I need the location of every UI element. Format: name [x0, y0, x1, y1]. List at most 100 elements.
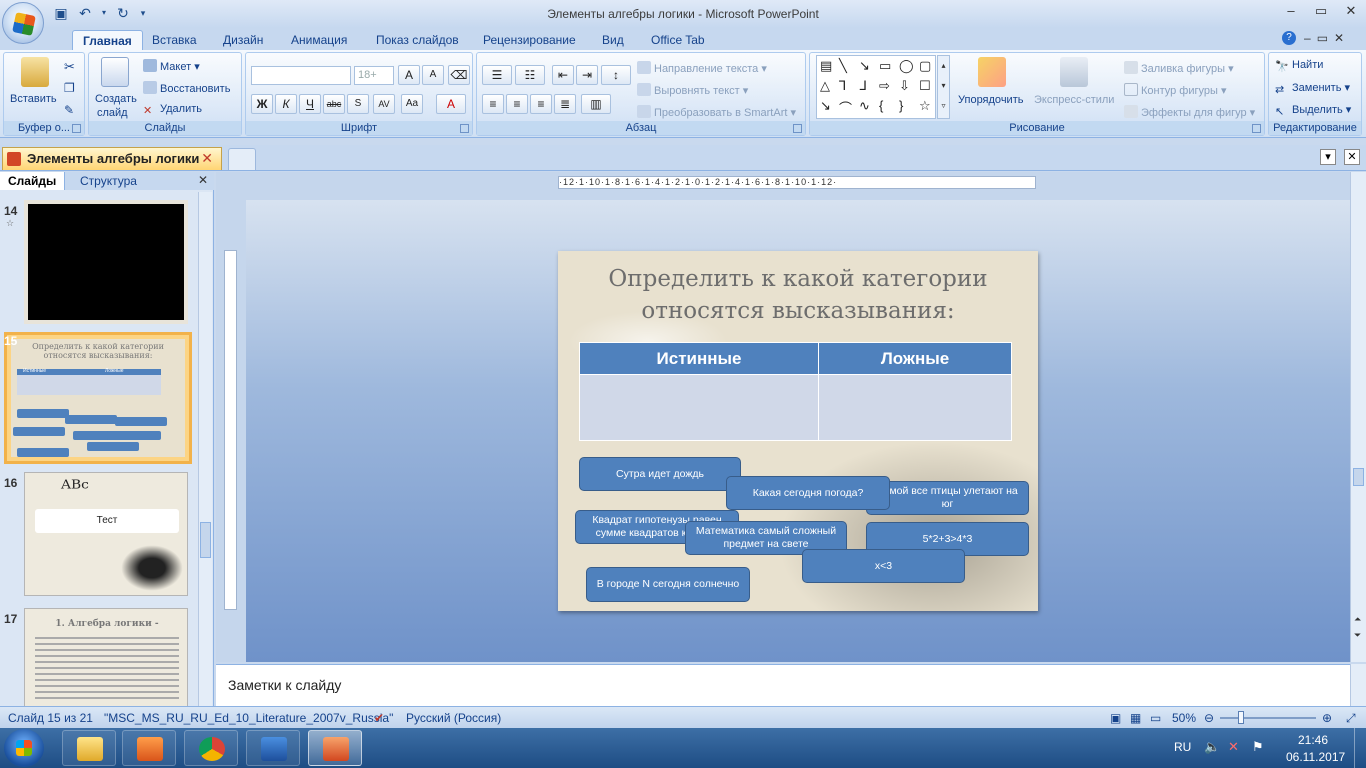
- editing-scrollbar[interactable]: ⏶ ⏷: [1350, 172, 1366, 662]
- line-spacing-icon[interactable]: ↕: [601, 65, 631, 85]
- freeform-shape-icon[interactable]: ☐: [919, 78, 931, 94]
- thumb-slide-14[interactable]: [24, 200, 188, 324]
- tab-slides-pane[interactable]: Слайды: [0, 172, 66, 190]
- textbox-shape-icon[interactable]: ▤: [820, 58, 832, 74]
- thumb-slide-16[interactable]: ᴬᴮᶜ Тест: [24, 472, 188, 596]
- clock-time[interactable]: 21:46: [1298, 733, 1328, 747]
- copy-icon[interactable]: ❐: [64, 81, 75, 95]
- delete-slide-button[interactable]: ✕ Удалить: [143, 103, 202, 117]
- right-brace-shape-icon[interactable]: }: [899, 98, 903, 113]
- restore-down-button[interactable]: ▭: [1317, 31, 1328, 45]
- taskbar-powerpoint[interactable]: [308, 730, 362, 766]
- thumb-slide-17[interactable]: 1. Алгебра логики -: [24, 608, 188, 706]
- tab-insert[interactable]: Вставка: [142, 30, 207, 50]
- shapes-gallery-scroll[interactable]: ▴ ▾ ▿: [937, 55, 950, 119]
- office-button[interactable]: [2, 2, 44, 44]
- tab-office-tab[interactable]: Office Tab: [641, 30, 715, 50]
- close-all-tabs-icon[interactable]: ✕: [1344, 149, 1360, 165]
- taskbar-word[interactable]: [246, 730, 300, 766]
- taskbar-media-player[interactable]: [122, 730, 176, 766]
- statement-card[interactable]: В городе N сегодня солнечно: [586, 567, 750, 602]
- tab-slideshow[interactable]: Показ слайдов: [366, 30, 469, 50]
- shape-outline-button[interactable]: Контур фигуры ▾: [1124, 83, 1227, 97]
- close-button[interactable]: ✕: [1336, 0, 1366, 22]
- help-icon[interactable]: ?: [1282, 31, 1296, 45]
- format-painter-icon[interactable]: ✎: [64, 103, 74, 117]
- shapes-gallery[interactable]: ▤ ╲ ↘ ▭ ◯ ▢ △ ⅂ ᒧ ⇨ ⇩ ☐ ↘ ⌒ ∿ { } ☆: [816, 55, 936, 119]
- shadow-icon[interactable]: S: [347, 94, 369, 114]
- close-doc-button[interactable]: ✕: [1334, 31, 1344, 45]
- action-center-icon[interactable]: ⚑: [1252, 739, 1264, 755]
- wave-shape-icon[interactable]: ∿: [859, 98, 870, 114]
- align-text-button[interactable]: Выровнять текст ▾: [637, 83, 748, 97]
- next-slide-icon[interactable]: ⏷: [1354, 630, 1361, 641]
- taskbar-chrome[interactable]: [184, 730, 238, 766]
- layout-button[interactable]: Макет ▾: [143, 59, 200, 73]
- volume-icon[interactable]: 🔈: [1204, 739, 1220, 755]
- reset-button[interactable]: Восстановить: [143, 81, 230, 95]
- minimize-button[interactable]: –: [1276, 0, 1306, 22]
- tab-outline-pane[interactable]: Структура: [72, 172, 145, 190]
- new-slide-button[interactable]: Создать: [95, 93, 137, 105]
- right-arrow-shape-icon[interactable]: ⇨: [879, 78, 890, 94]
- smartart-button[interactable]: Преобразовать в SmartArt ▾: [637, 105, 796, 119]
- editing-scroll-thumb[interactable]: [1353, 468, 1364, 486]
- clipboard-launcher-icon[interactable]: [72, 124, 81, 133]
- strikethrough-icon[interactable]: abc: [323, 94, 345, 114]
- restore-doc-button[interactable]: –: [1304, 31, 1311, 45]
- numbering-icon[interactable]: ☷: [515, 65, 545, 85]
- paste-button[interactable]: Вставить: [10, 93, 57, 105]
- zoom-out-icon[interactable]: ⊖: [1204, 711, 1214, 725]
- star-shape-icon[interactable]: ☆: [919, 98, 931, 114]
- font-size-combo[interactable]: 18+: [354, 66, 394, 85]
- tab-animation[interactable]: Анимация: [281, 30, 357, 50]
- clock-date[interactable]: 06.11.2017: [1286, 750, 1345, 764]
- statement-card[interactable]: x<3: [802, 549, 965, 583]
- arc-shape-icon[interactable]: ↘: [820, 98, 831, 114]
- curve-shape-icon[interactable]: ⌒: [839, 98, 852, 117]
- slides-pane-scroll-thumb[interactable]: [200, 522, 211, 558]
- arrow-line-shape-icon[interactable]: ↘: [859, 58, 870, 74]
- fit-to-window-icon[interactable]: ⤢: [1346, 711, 1356, 726]
- justify-icon[interactable]: ≣: [554, 94, 576, 114]
- align-center-icon[interactable]: ≡: [506, 94, 528, 114]
- close-pane-icon[interactable]: ✕: [198, 173, 208, 187]
- table-cell-true[interactable]: [578, 374, 820, 441]
- spellcheck-icon[interactable]: ✔: [374, 711, 384, 725]
- thumb-slide-15[interactable]: Определить к какой категории относятся в…: [4, 332, 192, 464]
- align-left-icon[interactable]: ≡: [482, 94, 504, 114]
- shape-fill-button[interactable]: Заливка фигуры ▾: [1124, 61, 1234, 75]
- rectangle-shape-icon[interactable]: ▭: [879, 58, 891, 74]
- notes-scrollbar[interactable]: [1350, 664, 1366, 706]
- statement-card[interactable]: Зимой все птицы улетают на юг: [866, 481, 1029, 515]
- find-button[interactable]: 🔭 Найти: [1275, 59, 1323, 73]
- bold-icon[interactable]: Ж: [251, 94, 273, 114]
- increase-indent-icon[interactable]: ⇥: [576, 65, 598, 85]
- font-launcher-icon[interactable]: [460, 124, 469, 133]
- oval-shape-icon[interactable]: ◯: [899, 58, 914, 74]
- tab-list-dropdown-icon[interactable]: ▾: [1320, 149, 1336, 165]
- triangle-shape-icon[interactable]: △: [820, 78, 830, 94]
- slide-table[interactable]: Истинные Ложные: [578, 342, 1012, 441]
- input-language[interactable]: RU: [1174, 740, 1191, 754]
- font-family-combo[interactable]: [251, 66, 351, 85]
- taskbar-explorer[interactable]: [62, 730, 116, 766]
- new-slide-button-line2[interactable]: слайд: [97, 107, 128, 119]
- elbow-connector-icon[interactable]: ⅂: [839, 78, 846, 94]
- tab-view[interactable]: Вид: [592, 30, 634, 50]
- statement-card[interactable]: Какая сегодня погода?: [726, 476, 890, 510]
- char-spacing-icon[interactable]: AV: [373, 94, 395, 114]
- line-shape-icon[interactable]: ╲: [839, 58, 847, 74]
- document-tab[interactable]: Элементы алгебры логики ✕: [2, 147, 222, 170]
- start-button[interactable]: [4, 729, 44, 767]
- rounded-rect-shape-icon[interactable]: ▢: [919, 58, 931, 74]
- zoom-slider-thumb[interactable]: [1238, 711, 1244, 724]
- cut-icon[interactable]: ✂: [64, 59, 75, 75]
- notes-pane[interactable]: Заметки к слайду: [216, 664, 1350, 706]
- theme-name[interactable]: "MSC_MS_RU_RU_Ed_10_Literature_2007v_Rus…: [104, 711, 393, 725]
- tab-home[interactable]: Главная: [72, 30, 143, 50]
- replace-button[interactable]: ⇄ Заменить ▾: [1275, 81, 1350, 96]
- align-right-icon[interactable]: ≡: [530, 94, 552, 114]
- drawing-launcher-icon[interactable]: [1252, 124, 1261, 133]
- statement-card[interactable]: Сутра идет дождь: [579, 457, 741, 491]
